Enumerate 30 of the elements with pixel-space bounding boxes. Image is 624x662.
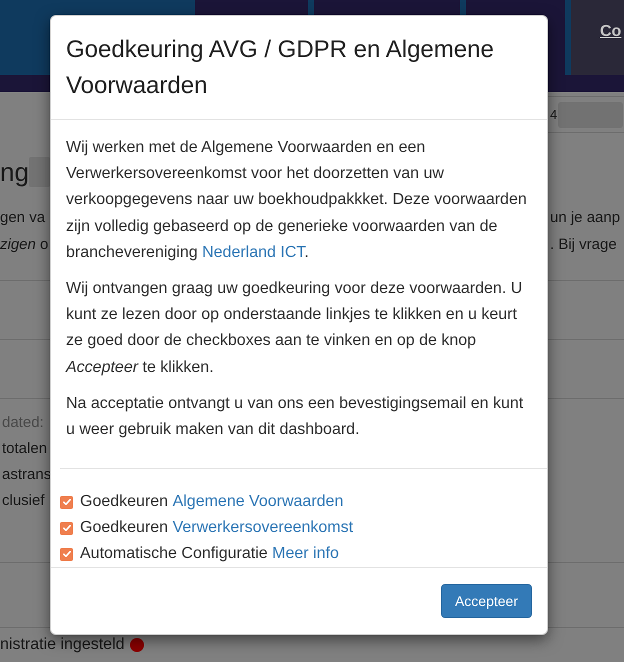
consent-label: Goedkeuren bbox=[80, 518, 168, 538]
dialog-title: Goedkeuring AVG / GDPR en Algemene Voorwaarden bbox=[66, 35, 495, 101]
check-icon bbox=[62, 499, 70, 506]
text-link[interactable]: Algemene Voorwaarden bbox=[172, 491, 344, 514]
consent-label: Goedkeuren bbox=[80, 492, 168, 512]
checkbox[interactable] bbox=[60, 522, 73, 535]
checkbox[interactable] bbox=[60, 496, 73, 509]
redacted-block bbox=[28, 157, 50, 187]
check-icon bbox=[62, 551, 70, 558]
page-text: clusief bbox=[1, 491, 45, 511]
page-text: zigen o bbox=[0, 235, 50, 255]
accept-button[interactable]: Accepteer bbox=[440, 584, 532, 618]
check-icon bbox=[62, 525, 70, 532]
reference-number: 4 bbox=[549, 106, 558, 122]
text-link[interactable]: Nederland ICT bbox=[202, 244, 304, 261]
nav-tab[interactable]: Co bbox=[571, 0, 624, 75]
status-label: nistratie ingesteld bbox=[0, 635, 125, 655]
page-text: astrans bbox=[1, 465, 52, 485]
paragraph: Na acceptatie ontvangt u van ons een bevestigingsemail en kunt u weer gebruik maken van dit dashboard. bbox=[66, 394, 524, 440]
page-text: totalen bbox=[1, 439, 48, 459]
page-heading: ng bbox=[0, 156, 29, 189]
paragraph: Wij werken met de Algemene Voorwaarden en een Verwerkersovereenkomst voor het doorzetten van uw verkoopgegevens naar uw boekhoudpakkket. Deze voorwaarden zijn volledig gebaseerd op de generieke voorwaarden van de branchevereniging Nederland ICT. bbox=[66, 138, 528, 263]
page-text: gen va bbox=[0, 208, 46, 228]
page-text: un je aanp bbox=[550, 208, 622, 228]
paragraph: Wij ontvangen graag uw goedkeuring voor deze voorwaarden. U kunt ze lezen door op onderstaande linkjes te klikken en u keurt ze goed door de checkboxes aan te vinken en op de knop Accepteer te klikken. bbox=[66, 279, 524, 378]
page-text: . Bij vrage bbox=[550, 235, 618, 255]
consent-label: Automatische Configuratie bbox=[80, 544, 268, 564]
text-link[interactable]: Verwerkersovereenkomst bbox=[172, 517, 354, 540]
text-link[interactable]: Meer info bbox=[272, 543, 339, 566]
checkbox[interactable] bbox=[60, 548, 73, 561]
